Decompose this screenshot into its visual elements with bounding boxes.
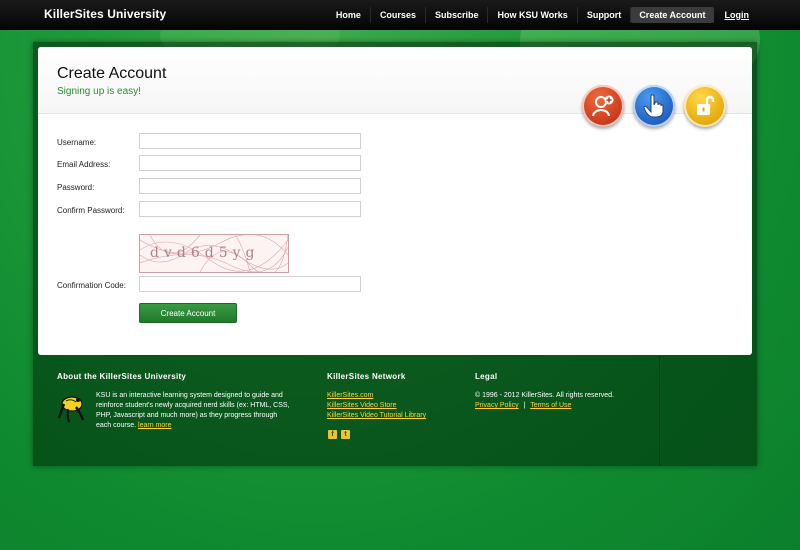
link-video-tutorial-library[interactable]: KillerSites Video Tutorial Library: [327, 411, 426, 421]
legal-separator: |: [523, 402, 526, 409]
footer-divider: [659, 356, 660, 466]
username-label: Username:: [57, 138, 97, 147]
legal-title: Legal: [475, 372, 498, 381]
page-subtitle: Signing up is easy!: [57, 86, 141, 97]
main-nav: Home Courses Subscribe How KSU Works Sup…: [327, 0, 758, 29]
password-input[interactable]: [139, 178, 361, 194]
add-user-icon: [582, 85, 624, 127]
nav-courses[interactable]: Courses: [371, 6, 426, 23]
link-killersites[interactable]: KillerSites.com: [327, 391, 373, 401]
nav-support[interactable]: Support: [578, 6, 632, 23]
password-label: Password:: [57, 183, 95, 192]
email-label: Email Address:: [57, 160, 111, 169]
nav-login[interactable]: Login: [716, 7, 759, 23]
email-input[interactable]: [139, 155, 361, 171]
terms-of-use-link[interactable]: Terms of Use: [530, 402, 571, 409]
confirm-password-label: Confirm Password:: [57, 206, 125, 215]
about-text: KSU is an interactive learning system de…: [96, 392, 290, 429]
about-title: About the KillerSites University: [57, 372, 187, 381]
username-input[interactable]: [139, 133, 361, 149]
captcha-text: dvd6d5yg: [150, 245, 260, 261]
nav-create-account[interactable]: Create Account: [631, 6, 714, 23]
confirmation-code-input[interactable]: [139, 276, 361, 292]
copyright-text: © 1996 - 2012 KillerSites. All rights re…: [475, 392, 615, 399]
page-title: Create Account: [57, 65, 167, 82]
create-account-card: Create Account Signing up is easy! Usern…: [38, 47, 752, 355]
unlock-icon: [684, 85, 726, 127]
captcha-image: dvd6d5yg: [139, 234, 289, 273]
confirmation-code-label: Confirmation Code:: [57, 281, 126, 290]
top-navigation-bar: KillerSites University Home Courses Subs…: [0, 0, 800, 30]
nav-subscribe[interactable]: Subscribe: [426, 6, 489, 23]
nav-how-ksu-works[interactable]: How KSU Works: [488, 6, 578, 23]
about-description: KSU is an interactive learning system de…: [96, 391, 291, 431]
nav-home[interactable]: Home: [327, 6, 371, 23]
learn-more-link[interactable]: learn more: [138, 422, 171, 429]
hand-pointer-icon: [633, 85, 675, 127]
create-account-button[interactable]: Create Account: [139, 303, 237, 323]
network-title: KillerSites Network: [327, 372, 406, 381]
facebook-icon[interactable]: f: [328, 430, 337, 439]
legal-links: Privacy Policy | Terms of Use: [475, 401, 571, 411]
site-logo[interactable]: KillerSites University: [44, 7, 166, 21]
link-video-store[interactable]: KillerSites Video Store: [327, 401, 397, 411]
privacy-policy-link[interactable]: Privacy Policy: [475, 402, 519, 409]
frog-logo: [56, 392, 86, 424]
twitter-icon[interactable]: t: [341, 430, 350, 439]
confirm-password-input[interactable]: [139, 201, 361, 217]
